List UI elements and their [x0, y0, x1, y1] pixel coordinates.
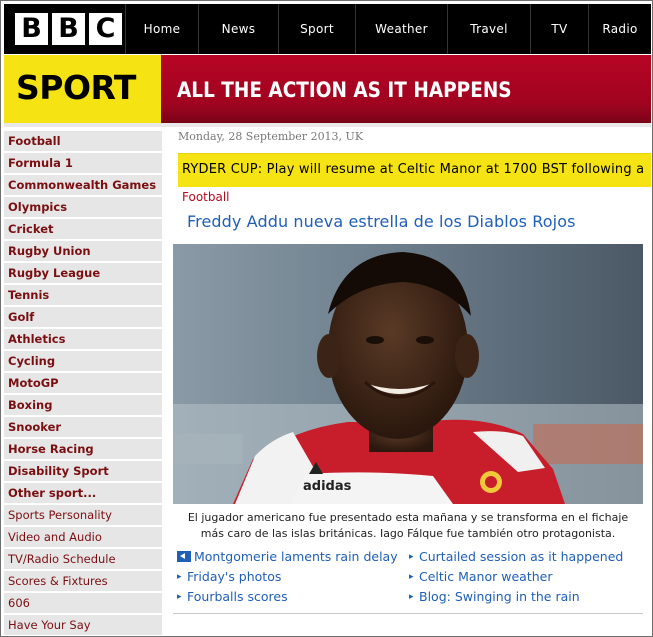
- bullet-arrow-icon: ▸: [409, 572, 414, 582]
- nav-tv[interactable]: TV: [530, 4, 588, 54]
- nav-radio[interactable]: Radio: [588, 4, 651, 54]
- sidebar-item[interactable]: 606: [4, 593, 162, 615]
- nav-news[interactable]: News: [198, 4, 278, 54]
- story-section-label[interactable]: Football: [182, 190, 230, 204]
- related-link-label: Fourballs scores: [187, 589, 288, 604]
- player-photo-illustration: adidas: [173, 244, 643, 504]
- audio-icon: [177, 551, 191, 562]
- story-photo[interactable]: adidas: [173, 244, 643, 504]
- sidebar-item[interactable]: Snooker: [4, 417, 162, 439]
- photo-caption: El jugador americano fue presentado esta…: [173, 510, 643, 542]
- bullet-arrow-icon: ▸: [177, 572, 182, 582]
- sidebar-item[interactable]: Video and Audio: [4, 527, 162, 549]
- related-link-label: Montgomerie laments rain delay: [194, 549, 398, 564]
- sidebar-item[interactable]: MotoGP: [4, 373, 162, 395]
- related-link[interactable]: ▸ Blog: Swinging in the rain: [409, 589, 580, 604]
- caption-line-2: más caro de las islas británicas. Iago F…: [200, 527, 616, 540]
- related-link[interactable]: ▸ Celtic Manor weather: [409, 569, 552, 584]
- page-frame: B B C Home News Sport Weather Travel TV …: [0, 0, 653, 637]
- breaking-news-ticker[interactable]: RYDER CUP: Play will resume at Celtic Ma…: [178, 153, 651, 187]
- sidebar-item[interactable]: Commonwealth Games: [4, 175, 162, 197]
- related-link[interactable]: ▸ Curtailed session as it happened: [409, 549, 623, 564]
- sidebar-item[interactable]: Boxing: [4, 395, 162, 417]
- ticker-text: RYDER CUP: Play will resume at Celtic Ma…: [182, 162, 645, 177]
- sidebar-item[interactable]: Horse Racing: [4, 439, 162, 461]
- sidebar-item[interactable]: Olympics: [4, 197, 162, 219]
- sidebar-item[interactable]: Tennis: [4, 285, 162, 307]
- logo-letter-b2: B: [52, 13, 85, 45]
- nav-travel[interactable]: Travel: [447, 4, 530, 54]
- sport-logo[interactable]: SPORT: [4, 55, 161, 123]
- nav-home[interactable]: Home: [125, 4, 198, 54]
- banner-strap: ALL THE ACTION AS IT HAPPENS: [161, 55, 651, 123]
- sidebar-item[interactable]: Scores & Fixtures: [4, 571, 162, 593]
- kit-sponsor-text: adidas: [303, 479, 352, 494]
- top-bar: B B C Home News Sport Weather Travel TV …: [4, 4, 651, 54]
- sidebar-item[interactable]: Rugby League: [4, 263, 162, 285]
- bbc-logo[interactable]: B B C: [15, 13, 122, 45]
- related-link-label: Celtic Manor weather: [419, 569, 553, 584]
- sidebar-item[interactable]: TV/Radio Schedule: [4, 549, 162, 571]
- sidebar-item[interactable]: Rugby Union: [4, 241, 162, 263]
- logo-letter-b1: B: [15, 13, 48, 45]
- bullet-arrow-icon: ▸: [409, 552, 414, 562]
- sidebar-item[interactable]: Disability Sport: [4, 461, 162, 483]
- sport-banner: SPORT ALL THE ACTION AS IT HAPPENS: [4, 55, 651, 123]
- related-link-label: Curtailed session as it happened: [419, 549, 624, 564]
- bullet-arrow-icon: ▸: [177, 592, 182, 602]
- banner-tagline: ALL THE ACTION AS IT HAPPENS: [177, 78, 512, 102]
- sidebar-item[interactable]: Cricket: [4, 219, 162, 241]
- sidebar-item[interactable]: Other sport...: [4, 483, 162, 505]
- logo-letter-c: C: [89, 13, 122, 45]
- related-link[interactable]: ▸ Friday's photos: [177, 569, 281, 584]
- sidebar-item[interactable]: Athletics: [4, 329, 162, 351]
- nav-sport[interactable]: Sport: [278, 4, 355, 54]
- story-headline[interactable]: Freddy Addu nueva estrella de los Diablo…: [187, 212, 576, 231]
- related-link-label: Friday's photos: [187, 569, 282, 584]
- content-divider: [173, 613, 643, 614]
- related-link-label: Blog: Swinging in the rain: [419, 589, 580, 604]
- sidebar-item[interactable]: Formula 1: [4, 153, 162, 175]
- sport-sidebar: Football Formula 1 Commonwealth Games Olymp…: [4, 131, 162, 636]
- sidebar-item[interactable]: Sports Personality: [4, 505, 162, 527]
- related-link-audio[interactable]: Montgomerie laments rain delay: [177, 549, 398, 564]
- bullet-arrow-icon: ▸: [409, 592, 414, 602]
- sidebar-item[interactable]: Football: [4, 131, 162, 153]
- sidebar-item[interactable]: Cycling: [4, 351, 162, 373]
- caption-line-1: El jugador americano fue presentado esta…: [187, 511, 629, 524]
- sidebar-item[interactable]: Golf: [4, 307, 162, 329]
- sidebar-item[interactable]: Have Your Say: [4, 615, 162, 636]
- page-date: Monday, 28 September 2013, UK: [178, 130, 364, 143]
- nav-weather[interactable]: Weather: [355, 4, 447, 54]
- related-link[interactable]: ▸ Fourballs scores: [177, 589, 288, 604]
- banner-divider: [4, 123, 651, 127]
- global-nav: Home News Sport Weather Travel TV Radio: [125, 4, 651, 54]
- sport-logo-text: SPORT: [16, 68, 136, 107]
